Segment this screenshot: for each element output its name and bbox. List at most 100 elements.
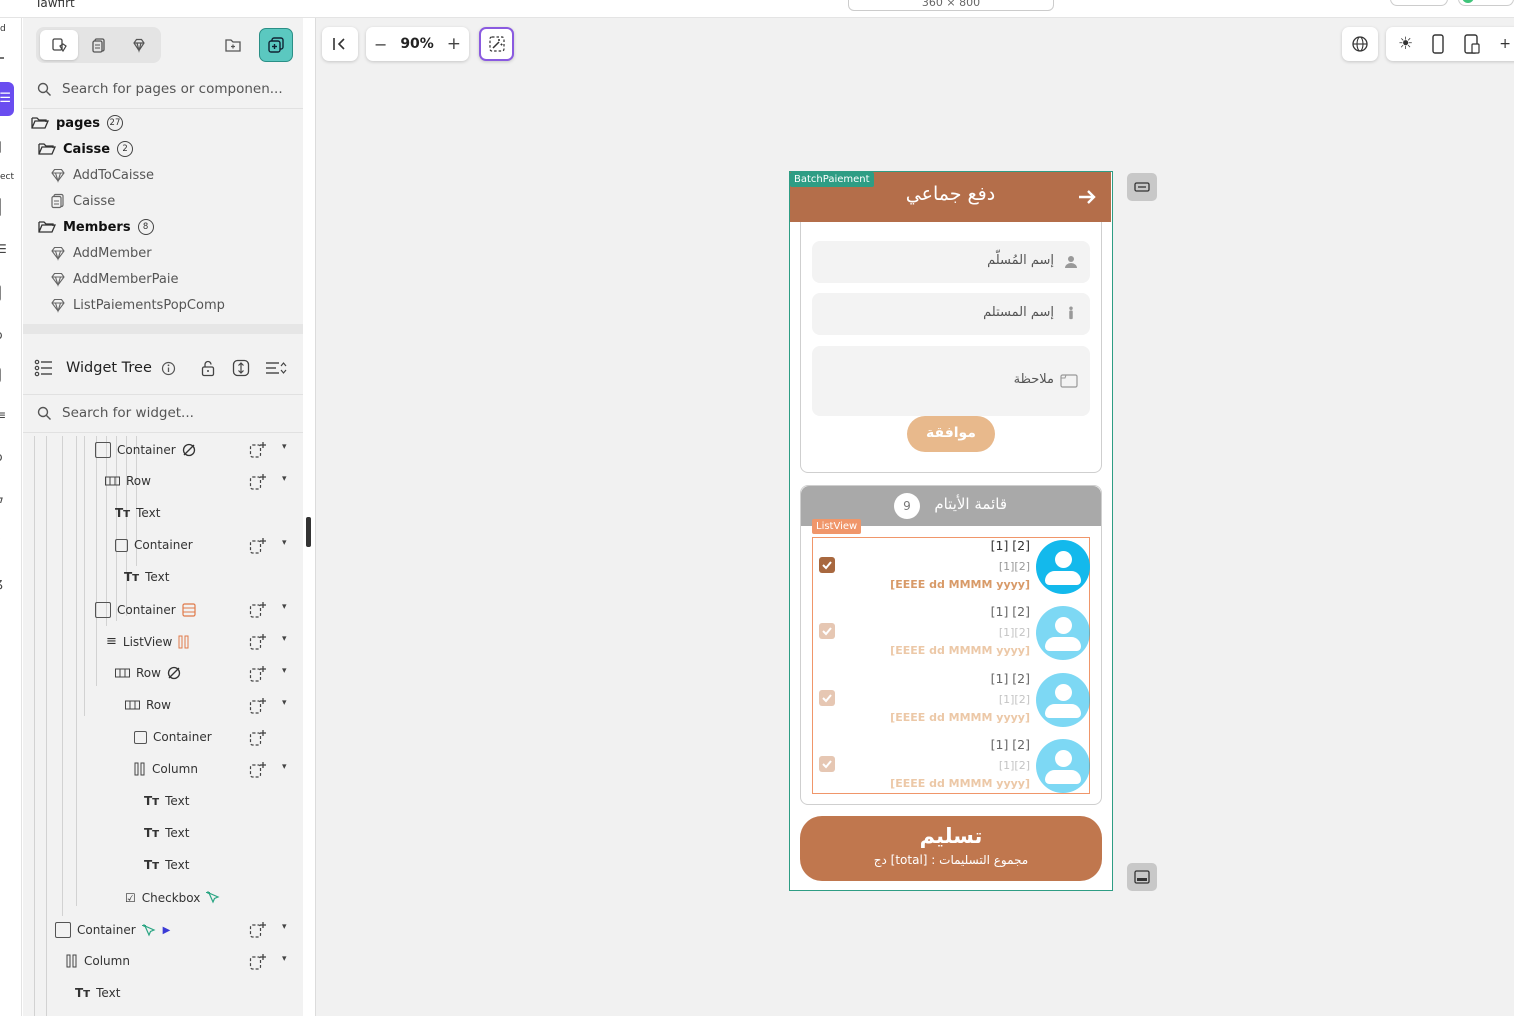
pages-search-input[interactable] <box>62 81 282 97</box>
widget-row-column[interactable]: Column ▾ <box>23 946 303 978</box>
rail-widget-tree-button[interactable]: ☰ <box>0 82 14 116</box>
caret-down-icon[interactable]: ▾ <box>282 634 287 644</box>
rail-storage-icon[interactable] <box>0 366 10 383</box>
lock-icon[interactable] <box>200 360 216 377</box>
more-icon[interactable]: + <box>1499 36 1511 52</box>
tree-options-icon[interactable] <box>265 360 287 376</box>
add-child-icon[interactable] <box>249 729 267 747</box>
pages-search[interactable] <box>23 70 303 108</box>
status-button[interactable] <box>1458 0 1514 6</box>
widget-row-text[interactable]: Tт Text <box>23 786 303 818</box>
tree-item-addmemberpaie[interactable]: AddMemberPaie <box>50 266 178 292</box>
widget-row-container[interactable]: Container ▶ ▾ <box>23 914 303 946</box>
widget-row-text[interactable]: Tт Text <box>23 978 303 1010</box>
rail-connect-icon[interactable] <box>0 48 10 62</box>
caret-down-icon[interactable]: ▾ <box>282 442 287 452</box>
page-selector-tab[interactable] <box>80 30 118 60</box>
caret-down-icon[interactable]: ▾ <box>282 602 287 612</box>
tablet-icon[interactable] <box>1463 34 1481 54</box>
item-checkbox[interactable] <box>819 690 835 706</box>
rail-magic-icon[interactable]: ϟ <box>0 492 10 506</box>
caret-down-icon[interactable]: ▾ <box>282 762 287 772</box>
list-item[interactable]: [1] [2] [1][2] [EEEE dd MMMM yyyy] <box>813 671 1090 737</box>
item-checkbox[interactable] <box>819 756 835 772</box>
tree-item-addtocaisse[interactable]: AddToCaisse <box>50 162 154 188</box>
add-child-icon[interactable] <box>249 921 267 939</box>
payer-name-field[interactable]: إسم المُسلّم <box>812 241 1090 283</box>
tree-item-caisse[interactable]: Caisse <box>50 188 115 214</box>
sun-icon[interactable]: ☀ <box>1398 34 1413 54</box>
add-page-button[interactable] <box>259 28 293 62</box>
rail-menu-icon[interactable]: ☰ <box>0 242 10 256</box>
phone-icon[interactable] <box>1431 34 1445 54</box>
list-item[interactable]: [1] [2] [1][2] [EEEE dd MMMM yyyy] <box>813 604 1090 670</box>
submit-button[interactable]: تسليم مجموع التسليمات : [total] دج <box>800 816 1102 881</box>
arrow-right-icon[interactable] <box>1077 187 1097 207</box>
components-tab[interactable] <box>120 30 158 60</box>
widget-row-text[interactable]: Tт Text <box>23 498 303 530</box>
widget-row-text[interactable]: Tт Text <box>23 818 303 850</box>
add-child-icon[interactable] <box>249 953 267 971</box>
appbar-toggle-button[interactable] <box>1127 173 1157 201</box>
add-child-icon[interactable] <box>249 665 267 683</box>
widget-row-text[interactable]: Tт Text <box>23 562 303 594</box>
info-icon[interactable] <box>161 361 176 376</box>
widget-row-row[interactable]: Row ▾ <box>23 690 303 722</box>
widget-row-row[interactable]: Row ▾ <box>23 658 303 690</box>
add-child-icon[interactable] <box>249 761 267 779</box>
top-action-button[interactable] <box>1390 0 1448 6</box>
rail-table-icon[interactable] <box>0 198 10 216</box>
phone-preview[interactable]: دفع جماعي BatchPaiement إسم المُسلّم إسم… <box>789 171 1113 891</box>
widget-row-container[interactable]: Container <box>23 722 303 754</box>
add-child-icon[interactable] <box>249 441 267 459</box>
rail-page-icon[interactable] <box>0 140 10 154</box>
receiver-name-field[interactable]: إسم المستلم <box>812 293 1090 335</box>
add-child-icon[interactable] <box>249 473 267 491</box>
rail-code-icon[interactable]: ʒ <box>0 576 10 590</box>
rail-settings-icon[interactable]: ≡ <box>0 408 10 422</box>
rail-link-icon[interactable]: ɔ <box>0 450 10 464</box>
widget-search[interactable] <box>23 394 303 432</box>
device-size-selector[interactable]: 360 × 800 <box>848 0 1054 11</box>
bottom-nav-toggle-button[interactable] <box>1127 863 1157 891</box>
rail-device-icon[interactable] <box>0 284 10 301</box>
zoom-out-icon[interactable]: − <box>374 35 387 54</box>
tree-folder-caisse[interactable]: Caisse 2 <box>38 136 134 162</box>
widget-row-container[interactable]: Container ▾ <box>23 594 303 626</box>
caret-down-icon[interactable]: ▾ <box>282 538 287 548</box>
caret-down-icon[interactable]: ▾ <box>282 922 287 932</box>
confirm-button[interactable]: موافقة <box>907 416 995 452</box>
tree-folder-members[interactable]: Members 8 <box>38 214 154 240</box>
caret-down-icon[interactable]: ▾ <box>282 474 287 484</box>
add-child-icon[interactable] <box>249 697 267 715</box>
widget-row-row[interactable]: Row ▾ <box>23 466 303 498</box>
tree-item-listpaiementspopcomp[interactable]: ListPaiementsPopComp <box>50 292 225 318</box>
rail-pen-icon[interactable]: / <box>0 536 10 550</box>
add-child-icon[interactable] <box>249 633 267 651</box>
widget-row-container[interactable]: Container ▾ <box>23 436 303 466</box>
pages-tab[interactable] <box>40 30 78 60</box>
list-item[interactable]: [1] [2] [1][2] [EEEE dd MMMM yyyy] <box>813 538 1090 604</box>
widget-row-column[interactable]: Column ▾ <box>23 754 303 786</box>
language-button[interactable] <box>1342 27 1378 61</box>
item-checkbox[interactable] <box>819 557 835 573</box>
new-folder-button[interactable] <box>216 28 250 62</box>
widget-search-input[interactable] <box>62 405 282 421</box>
list-item[interactable]: [1] [2] [1][2] [EEEE dd MMMM yyyy] <box>813 737 1090 803</box>
add-child-icon[interactable] <box>249 601 267 619</box>
panel-scrollbar[interactable] <box>306 517 311 547</box>
tree-item-addmember[interactable]: AddMember <box>50 240 152 266</box>
collapse-panel-button[interactable] <box>322 27 358 61</box>
tree-folder-pages[interactable]: pages 27 <box>31 110 123 136</box>
expand-collapse-icon[interactable] <box>232 359 250 377</box>
zoom-in-icon[interactable]: + <box>447 34 461 54</box>
caret-down-icon[interactable]: ▾ <box>282 698 287 708</box>
preview-button[interactable] <box>479 27 514 61</box>
widget-row-checkbox[interactable]: ☑ Checkbox <box>23 882 303 914</box>
add-child-icon[interactable] <box>249 537 267 555</box>
rail-action-icon[interactable]: ɔ <box>0 328 10 342</box>
note-field[interactable]: ملاحظة <box>812 346 1090 416</box>
caret-down-icon[interactable]: ▾ <box>282 954 287 964</box>
caret-down-icon[interactable]: ▾ <box>282 666 287 676</box>
widget-row-text[interactable]: Tт Text <box>23 850 303 882</box>
